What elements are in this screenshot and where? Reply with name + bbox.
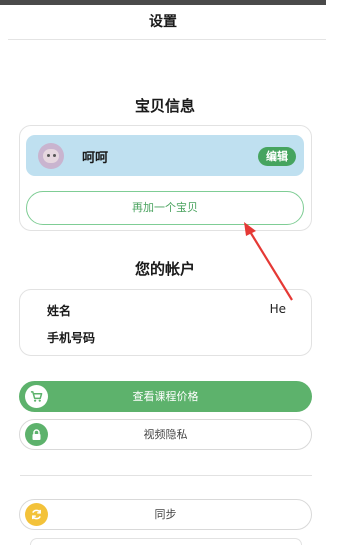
view-course-price-label: 查看课程价格 <box>132 390 199 403</box>
header-divider <box>8 39 326 40</box>
baby-name: 呵呵 <box>82 151 109 166</box>
sync-icon <box>25 503 48 526</box>
account-row-phone-label: 手机号码 <box>47 331 96 345</box>
account-row-name-value: He <box>269 302 286 316</box>
edit-baby-button[interactable]: 编辑 <box>258 147 296 166</box>
video-privacy-label: 视频隐私 <box>143 428 188 441</box>
section-divider <box>20 475 312 476</box>
account-row-name-label: 姓名 <box>47 304 72 318</box>
baby-avatar <box>38 143 64 169</box>
sync-label: 同步 <box>154 508 177 521</box>
view-course-price-button[interactable]: 查看课程价格 <box>19 381 312 412</box>
add-baby-button[interactable]: 再加一个宝贝 <box>26 191 304 225</box>
settings-screen: 设置 宝贝信息 呵呵 编辑 再加一个宝贝 您的帐户 姓名 He 手机号码 查看课… <box>0 0 339 545</box>
video-privacy-button[interactable]: 视频隐私 <box>19 419 312 450</box>
cart-icon <box>25 385 48 408</box>
sync-button[interactable]: 同步 <box>19 499 312 530</box>
baby-section-title: 宝贝信息 <box>134 97 195 115</box>
baby-row[interactable]: 呵呵 编辑 <box>26 135 304 176</box>
account-section-title: 您的帐户 <box>134 260 195 278</box>
lock-icon <box>25 423 48 446</box>
page-title: 设置 <box>149 14 177 30</box>
next-item-partial <box>30 538 302 545</box>
